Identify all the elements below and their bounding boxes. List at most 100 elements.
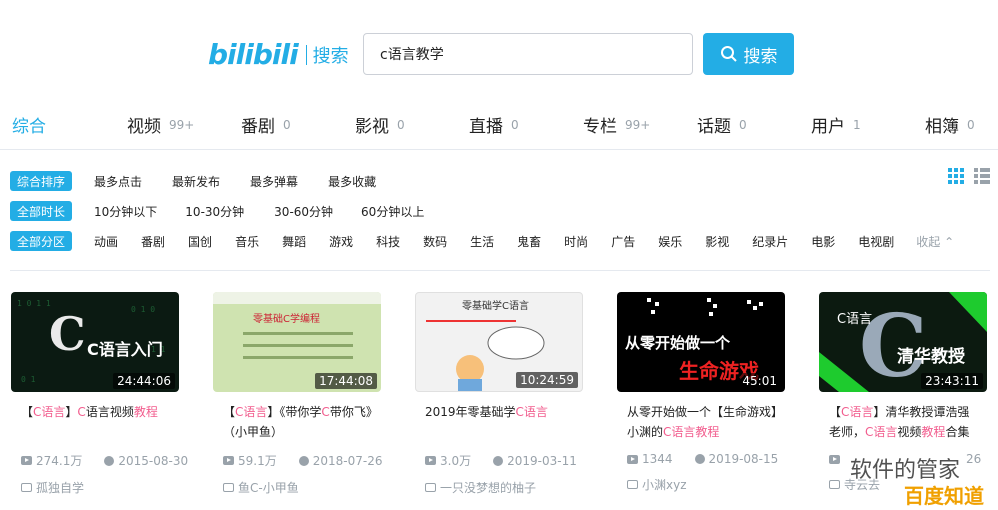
sort-option[interactable]: 最多点击	[94, 173, 142, 190]
sort-option[interactable]: 最多弹幕	[250, 173, 298, 190]
sort-option[interactable]: 最新发布	[172, 173, 220, 190]
video-card[interactable]: 1 0 1 10 1 01 10 1 C C语言入门 24:44:06 【C语言…	[11, 292, 188, 496]
zone-chip[interactable]: 全部分区	[10, 231, 73, 251]
zone-option[interactable]: 舞蹈	[282, 233, 306, 250]
thumbnail-caption: 从零开始做一个	[625, 334, 731, 352]
duration-badge: 45:01	[738, 373, 781, 389]
zone-option[interactable]: 国创	[188, 233, 212, 250]
tab-label: 话题	[697, 117, 731, 137]
uploader[interactable]: 一只没梦想的柚子	[415, 479, 583, 496]
list-view-icon[interactable]	[974, 168, 990, 184]
duration-badge: 24:44:06	[113, 373, 175, 389]
zone-option[interactable]: 娱乐	[658, 233, 682, 250]
collapse-toggle[interactable]: 收起 ⌃	[916, 233, 954, 250]
tab-label: 影视	[355, 117, 389, 137]
watermark: 软件的管家 百度知道	[810, 452, 990, 508]
zone-option[interactable]: 游戏	[329, 233, 353, 250]
upload-date: 2019-03-11	[507, 453, 577, 468]
video-thumbnail[interactable]: 零基础学C语言 10:24:59	[415, 292, 583, 392]
zone-option[interactable]: 番剧	[141, 233, 165, 250]
duration-option[interactable]: 60分钟以上	[361, 203, 424, 220]
video-title[interactable]: 2019年零基础学C语言	[415, 402, 583, 442]
upload-date: 2018-07-26	[312, 453, 383, 468]
play-count-icon	[21, 456, 32, 465]
uploader[interactable]: 鱼C-小甲鱼	[213, 479, 381, 496]
clock-icon	[694, 454, 705, 464]
tab-bangumi[interactable]: 番剧 0	[241, 112, 291, 137]
thumbnail-caption: 清华教授	[897, 347, 965, 367]
tab-label: 相簿	[925, 117, 959, 137]
clock-icon	[298, 455, 309, 466]
play-count: 59.1万	[238, 454, 277, 468]
tab-count: 0	[967, 118, 975, 132]
grid-view-icon[interactable]	[948, 168, 964, 184]
video-thumbnail[interactable]: 零基础C学编程 17:44:08	[213, 292, 381, 392]
video-thumbnail[interactable]: 生命游戏 从零开始做一个 45:01	[617, 292, 785, 392]
duration-option[interactable]: 10-30分钟	[185, 203, 244, 220]
zone-option[interactable]: 纪录片	[752, 233, 788, 250]
tab-album[interactable]: 相簿 0	[925, 112, 975, 137]
duration-option[interactable]: 30-60分钟	[274, 203, 333, 220]
video-title[interactable]: 【C语言】清华教授谭浩强老师，C语言视频教程合集	[819, 402, 987, 442]
video-meta: 3.0万 2019-03-11	[415, 452, 583, 469]
video-title[interactable]: 【C语言】《带你学C带你飞》（小甲鱼）	[213, 402, 381, 442]
tab-topic[interactable]: 话题 0	[697, 112, 747, 137]
video-card[interactable]: 零基础学C语言 10:24:59 2019年零基础学C语言 3.0万 2019-…	[415, 292, 583, 496]
zone-option[interactable]: 科技	[376, 233, 400, 250]
upload-date: 2015-08-30	[118, 453, 189, 468]
zone-option[interactable]: 时尚	[564, 233, 588, 250]
logo-mark: bilibili	[208, 38, 299, 71]
tab-movie[interactable]: 影视 0	[355, 112, 405, 137]
tab-label: 番剧	[241, 117, 275, 137]
tab-label: 综合	[12, 117, 46, 137]
search-button[interactable]: 搜索	[703, 33, 794, 75]
bilibili-logo[interactable]: bilibili 搜索	[208, 38, 349, 71]
zone-option[interactable]: 影视	[705, 233, 729, 250]
tab-live[interactable]: 直播 0	[469, 112, 519, 137]
tab-article[interactable]: 专栏 99+	[583, 112, 650, 137]
sort-chip[interactable]: 综合排序	[10, 171, 73, 191]
zone-option[interactable]: 鬼畜	[517, 233, 541, 250]
duration-option[interactable]: 10分钟以下	[94, 203, 157, 220]
svg-text:0 1: 0 1	[21, 375, 36, 384]
video-thumbnail[interactable]: 1 0 1 10 1 01 10 1 C C语言入门 24:44:06	[11, 292, 179, 392]
sort-option[interactable]: 最多收藏	[328, 173, 376, 190]
logo-subtitle: 搜索	[312, 45, 349, 67]
uploader-name: 一只没梦想的柚子	[440, 481, 537, 495]
zone-option[interactable]: 数码	[423, 233, 447, 250]
video-meta: 1344 2019-08-15	[617, 452, 785, 466]
thumbnail-caption: 零基础C学编程	[253, 314, 320, 325]
play-count-icon	[223, 456, 234, 465]
zone-option[interactable]: 电视剧	[858, 233, 894, 250]
search-button-label: 搜索	[743, 46, 778, 67]
thumbnail-caption-top: C语言	[837, 312, 873, 327]
zone-option[interactable]: 电影	[811, 233, 835, 250]
zone-option[interactable]: 动画	[94, 233, 118, 250]
zone-option[interactable]: 生活	[470, 233, 494, 250]
zone-option[interactable]: 音乐	[235, 233, 259, 250]
tab-all[interactable]: 综合	[12, 112, 46, 137]
video-card[interactable]: 生命游戏 从零开始做一个 45:01 从零开始做一个【生命游戏】小渊的C语言教程…	[617, 292, 785, 493]
zone-option[interactable]: 广告	[611, 233, 635, 250]
tab-count: 0	[283, 118, 291, 132]
uploader[interactable]: 小渊xyz	[617, 476, 785, 493]
duration-badge: 10:24:59	[516, 372, 578, 388]
video-thumbnail[interactable]: C C语言 清华教授 23:43:11	[819, 292, 987, 392]
tab-label: 专栏	[583, 117, 617, 137]
video-meta: 274.1万 2015-08-30	[11, 452, 188, 469]
duration-chip[interactable]: 全部时长	[10, 201, 73, 221]
tab-label: 视频	[127, 117, 161, 137]
svg-text:0 1 0: 0 1 0	[131, 305, 155, 314]
video-title[interactable]: 【C语言】C语言视频教程	[11, 402, 179, 442]
header: bilibili 搜索 c语言教学 搜索	[0, 0, 998, 100]
logo-divider	[305, 44, 307, 65]
zone-filter-row: 全部分区 动画 番剧 国创 音乐 舞蹈 游戏 科技 数码 生活 鬼畜 时尚 广告…	[10, 230, 954, 252]
video-title[interactable]: 从零开始做一个【生命游戏】小渊的C语言教程	[617, 402, 785, 442]
search-input[interactable]: c语言教学	[363, 33, 693, 75]
tab-video[interactable]: 视频 99+	[127, 112, 194, 137]
tab-count: 0	[511, 118, 519, 132]
video-card[interactable]: 零基础C学编程 17:44:08 【C语言】《带你学C带你飞》（小甲鱼） 59.…	[213, 292, 383, 496]
tab-user[interactable]: 用户 1	[811, 112, 861, 137]
uploader[interactable]: 孤独自学	[11, 479, 179, 496]
uploader-name: 孤独自学	[36, 481, 85, 495]
